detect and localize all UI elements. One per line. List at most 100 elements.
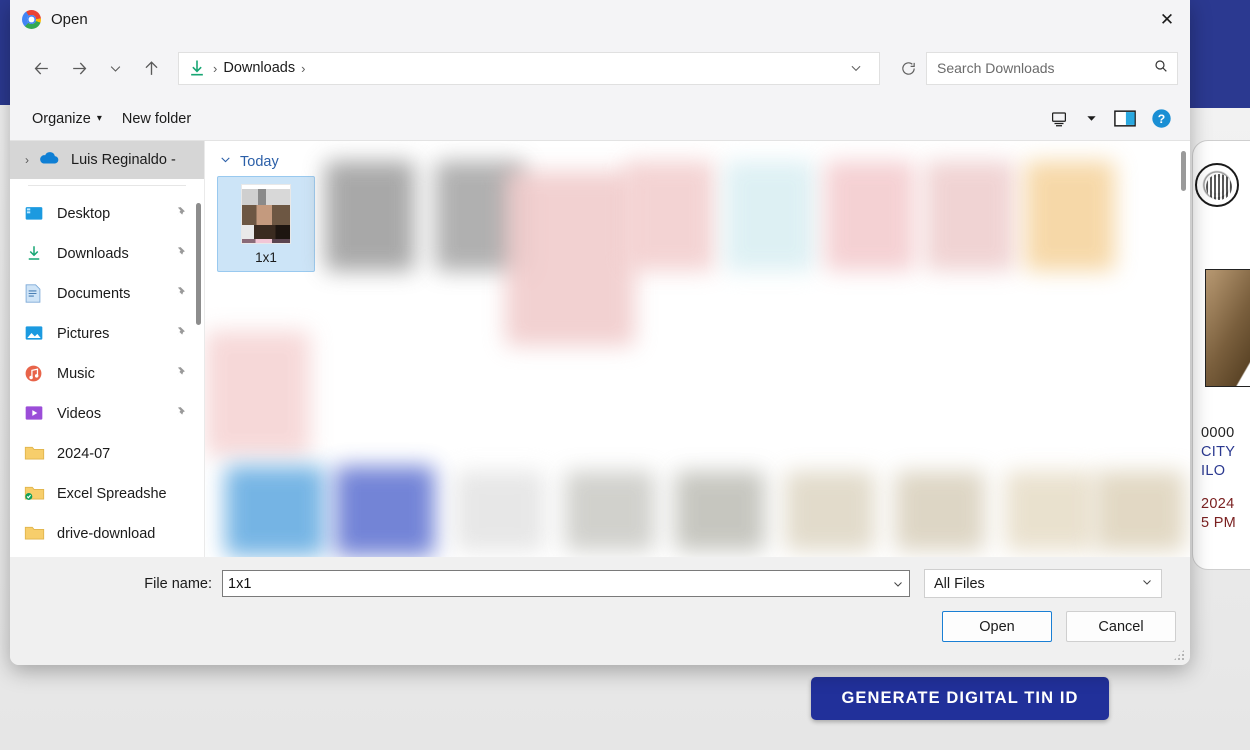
sidebar-divider — [28, 185, 186, 186]
sidebar-item-excel-spreadsheets[interactable]: Excel Spreadshe — [10, 474, 204, 514]
search-icon[interactable] — [1153, 58, 1169, 79]
blurred-file-thumbnail[interactable] — [1005, 471, 1095, 551]
file-list-area[interactable]: Today 1x1 — [205, 141, 1190, 557]
file-tile-1x1[interactable]: 1x1 — [217, 176, 315, 272]
cancel-button[interactable]: Cancel — [1066, 611, 1176, 642]
svg-text:?: ? — [1157, 112, 1164, 126]
sidebar-item-desktop[interactable]: Desktop — [10, 194, 204, 234]
blurred-file-thumbnail[interactable] — [225, 466, 325, 556]
blurred-file-thumbnail[interactable] — [505, 171, 635, 346]
sidebar-item-label: Downloads — [57, 246, 129, 262]
up-one-level-icon[interactable] — [132, 51, 170, 85]
sidebar-item-2024-07[interactable]: 2024-07 — [10, 434, 204, 474]
organize-button[interactable]: Organize ▾ — [22, 106, 112, 132]
help-icon[interactable]: ? — [1144, 104, 1178, 134]
file-name-chevron-down-icon[interactable] — [887, 571, 909, 596]
refresh-icon[interactable] — [890, 52, 926, 85]
blurred-file-thumbnail[interactable] — [335, 466, 435, 556]
breadcrumb-separator-1: › — [213, 60, 218, 76]
open-file-dialog: Open ✕ › Downloads › Search Downloads Or… — [10, 0, 1190, 665]
file-name-input[interactable]: 1x1 — [222, 570, 910, 597]
blurred-file-thumbnail[interactable] — [725, 161, 815, 271]
view-layout-icon[interactable] — [1044, 104, 1074, 134]
blurred-file-thumbnail[interactable] — [785, 471, 875, 551]
sidebar-item-videos[interactable]: Videos — [10, 394, 204, 434]
desktop-icon — [24, 204, 46, 224]
file-type-dropdown[interactable]: All Files — [924, 569, 1162, 598]
blurred-file-thumbnail[interactable] — [205, 331, 310, 456]
file-name-value: 1x1 — [228, 575, 252, 592]
chrome-icon — [22, 10, 41, 29]
close-icon[interactable]: ✕ — [1144, 0, 1190, 39]
blurred-file-thumbnail[interactable] — [455, 471, 545, 551]
sidebar-item-onedrive[interactable]: › Luis Reginaldo - — [10, 141, 204, 179]
sidebar-item-label: 2024-07 — [57, 446, 111, 462]
dialog-body: › Luis Reginaldo - Desktop Downloads Doc… — [10, 141, 1190, 557]
blurred-file-thumbnail[interactable] — [325, 161, 415, 271]
open-button[interactable]: Open — [942, 611, 1052, 642]
sidebar-item-label: drive-download — [57, 526, 156, 542]
sidebar-item-drive-download[interactable]: drive-download — [10, 514, 204, 554]
sidebar-item-downloads[interactable]: Downloads — [10, 234, 204, 274]
downloads-icon — [24, 244, 46, 264]
pin-icon[interactable] — [173, 286, 186, 302]
blurred-file-thumbnail[interactable] — [925, 161, 1015, 271]
pin-icon[interactable] — [173, 406, 186, 422]
blurred-file-thumbnail[interactable] — [1025, 161, 1115, 271]
id-line-city: CITY — [1201, 444, 1236, 460]
forward-icon[interactable] — [60, 51, 98, 85]
navy-top-strip — [1185, 0, 1250, 108]
blurred-file-thumbnail[interactable] — [565, 471, 655, 551]
search-input[interactable] — [937, 60, 1153, 76]
file-thumbnail — [241, 183, 291, 244]
resize-grip[interactable] — [1173, 649, 1185, 661]
digital-id-card-preview: 0000 CITY ILO 2024 5 PM — [1192, 140, 1250, 570]
blurred-file-thumbnail[interactable] — [825, 161, 915, 271]
pin-icon[interactable] — [173, 246, 186, 262]
navigation-bar: › Downloads › — [10, 39, 1190, 97]
id-card-text-block: 0000 CITY ILO 2024 5 PM — [1201, 424, 1250, 533]
organize-label: Organize — [32, 110, 91, 127]
music-icon — [24, 364, 46, 384]
blurred-file-thumbnail[interactable] — [1095, 471, 1185, 551]
id-photo — [1205, 269, 1250, 387]
sidebar-item-documents[interactable]: Documents — [10, 274, 204, 314]
sidebar-item-label: Documents — [57, 286, 131, 302]
dialog-footer: File name: 1x1 All Files Open Cancel — [10, 557, 1190, 665]
group-chevron-down-icon[interactable] — [219, 153, 232, 170]
new-folder-button[interactable]: New folder — [112, 106, 201, 132]
downloads-icon — [187, 58, 207, 78]
sidebar-item-music[interactable]: Music — [10, 354, 204, 394]
folder-icon — [24, 524, 46, 544]
pin-icon[interactable] — [173, 206, 186, 222]
blurred-file-thumbnail[interactable] — [625, 161, 715, 271]
pin-icon[interactable] — [173, 326, 186, 342]
preview-pane-icon[interactable] — [1108, 104, 1142, 134]
dialog-titlebar: Open ✕ — [10, 0, 1190, 39]
file-tile-label: 1x1 — [255, 249, 277, 265]
sidebar-item-label: Videos — [57, 406, 102, 422]
generate-digital-tin-id-button[interactable]: GENERATE DIGITAL TIN ID — [811, 677, 1109, 720]
sidebar-item-label: Excel Spreadshe — [57, 486, 167, 502]
address-chevron-down-icon[interactable] — [841, 53, 871, 83]
breadcrumb-current[interactable]: Downloads — [223, 60, 295, 76]
blurred-file-thumbnail[interactable] — [675, 471, 765, 551]
onedrive-cloud-icon — [38, 150, 60, 170]
folder-icon — [24, 444, 46, 464]
pin-icon[interactable] — [173, 366, 186, 382]
expand-chevron-icon[interactable]: › — [16, 153, 38, 167]
sidebar-item-pictures[interactable]: Pictures — [10, 314, 204, 354]
search-box[interactable] — [926, 51, 1178, 85]
address-bar[interactable]: › Downloads › — [178, 51, 880, 85]
official-seal-icon — [1195, 163, 1239, 207]
recent-locations-chevron-down-icon[interactable] — [98, 51, 132, 85]
id-line-year: 2024 — [1201, 496, 1235, 512]
view-chevron-down-icon[interactable] — [1076, 104, 1106, 134]
sidebar-scrollbar-thumb[interactable] — [196, 203, 201, 325]
file-type-chevron-down-icon[interactable] — [1141, 576, 1153, 591]
id-line-time: 5 PM — [1201, 515, 1237, 531]
command-bar: Organize ▾ New folder ? — [10, 97, 1190, 141]
file-list-scrollbar-thumb[interactable] — [1181, 151, 1186, 191]
blurred-file-thumbnail[interactable] — [895, 471, 985, 551]
back-icon[interactable] — [22, 51, 60, 85]
